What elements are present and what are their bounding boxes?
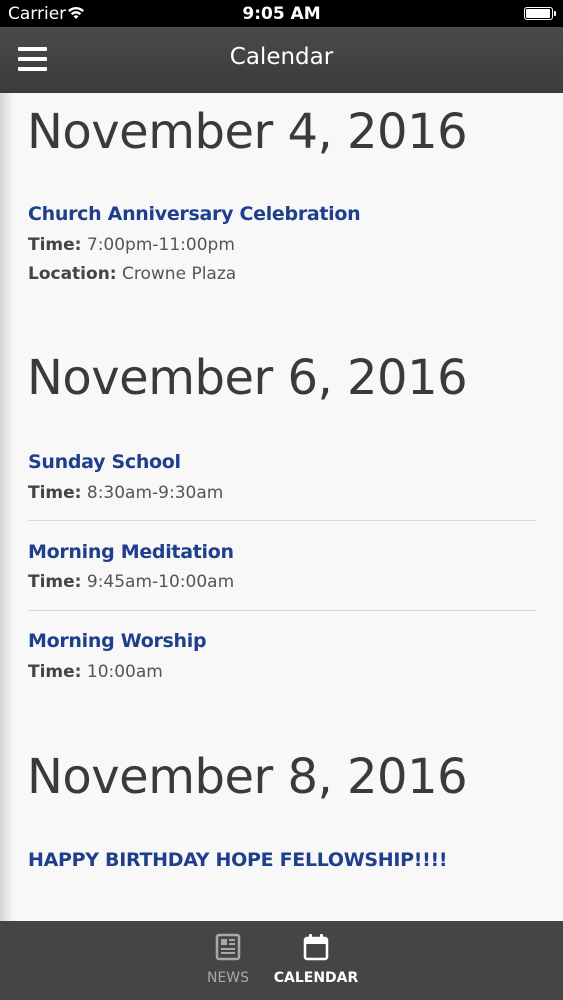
- tab-label: CALENDAR: [273, 970, 359, 986]
- event-time: Time: 9:45am-10:00am: [28, 572, 234, 592]
- event-title-link[interactable]: Morning Meditation: [28, 541, 234, 563]
- time-value: 8:30am-9:30am: [86, 483, 224, 503]
- tab-label: NEWS: [206, 970, 250, 986]
- event-divider: [28, 610, 536, 611]
- time-label: Time:: [28, 483, 82, 503]
- tab-calendar[interactable]: CALENDAR: [270, 921, 362, 1000]
- battery-icon: [524, 7, 556, 20]
- time-value: 10:00am: [86, 662, 163, 682]
- time-label: Time:: [28, 662, 82, 682]
- date-heading: November 8, 2016: [27, 749, 468, 805]
- event-time: Time: 8:30am-9:30am: [28, 483, 223, 503]
- date-heading: November 6, 2016: [27, 350, 468, 406]
- newspaper-icon: [215, 933, 241, 961]
- time-label: Time:: [28, 235, 82, 255]
- nav-bar: Calendar: [0, 27, 563, 93]
- calendar-list[interactable]: November 4, 2016 Church Anniversary Cele…: [0, 93, 563, 921]
- event-time: Time: 7:00pm-11:00pm: [28, 235, 235, 255]
- event-divider: [28, 520, 536, 521]
- drawer-edge-shadow: [0, 93, 14, 921]
- event-title-link[interactable]: HAPPY BIRTHDAY HOPE FELLOWSHIP!!!!: [28, 849, 448, 871]
- time-value: 7:00pm-11:00pm: [86, 235, 235, 255]
- location-value: Crowne Plaza: [122, 264, 237, 284]
- event-title-link[interactable]: Sunday School: [28, 451, 181, 473]
- page-title: Calendar: [229, 44, 334, 70]
- event-title-link[interactable]: Morning Worship: [28, 630, 207, 652]
- status-time: 9:05 AM: [242, 4, 321, 24]
- status-bar: Carrier 9:05 AM: [0, 0, 563, 27]
- calendar-icon: [303, 933, 329, 961]
- time-label: Time:: [28, 572, 82, 592]
- tab-news[interactable]: NEWS: [190, 921, 266, 1000]
- date-heading: November 4, 2016: [27, 104, 468, 160]
- event-title-link[interactable]: Church Anniversary Celebration: [28, 203, 361, 225]
- event-location: Location: Crowne Plaza: [28, 264, 236, 284]
- location-label: Location:: [28, 264, 117, 284]
- event-time: Time: 10:00am: [28, 662, 163, 682]
- time-value: 9:45am-10:00am: [86, 572, 235, 592]
- tab-bar: NEWS CALENDAR: [0, 921, 563, 1000]
